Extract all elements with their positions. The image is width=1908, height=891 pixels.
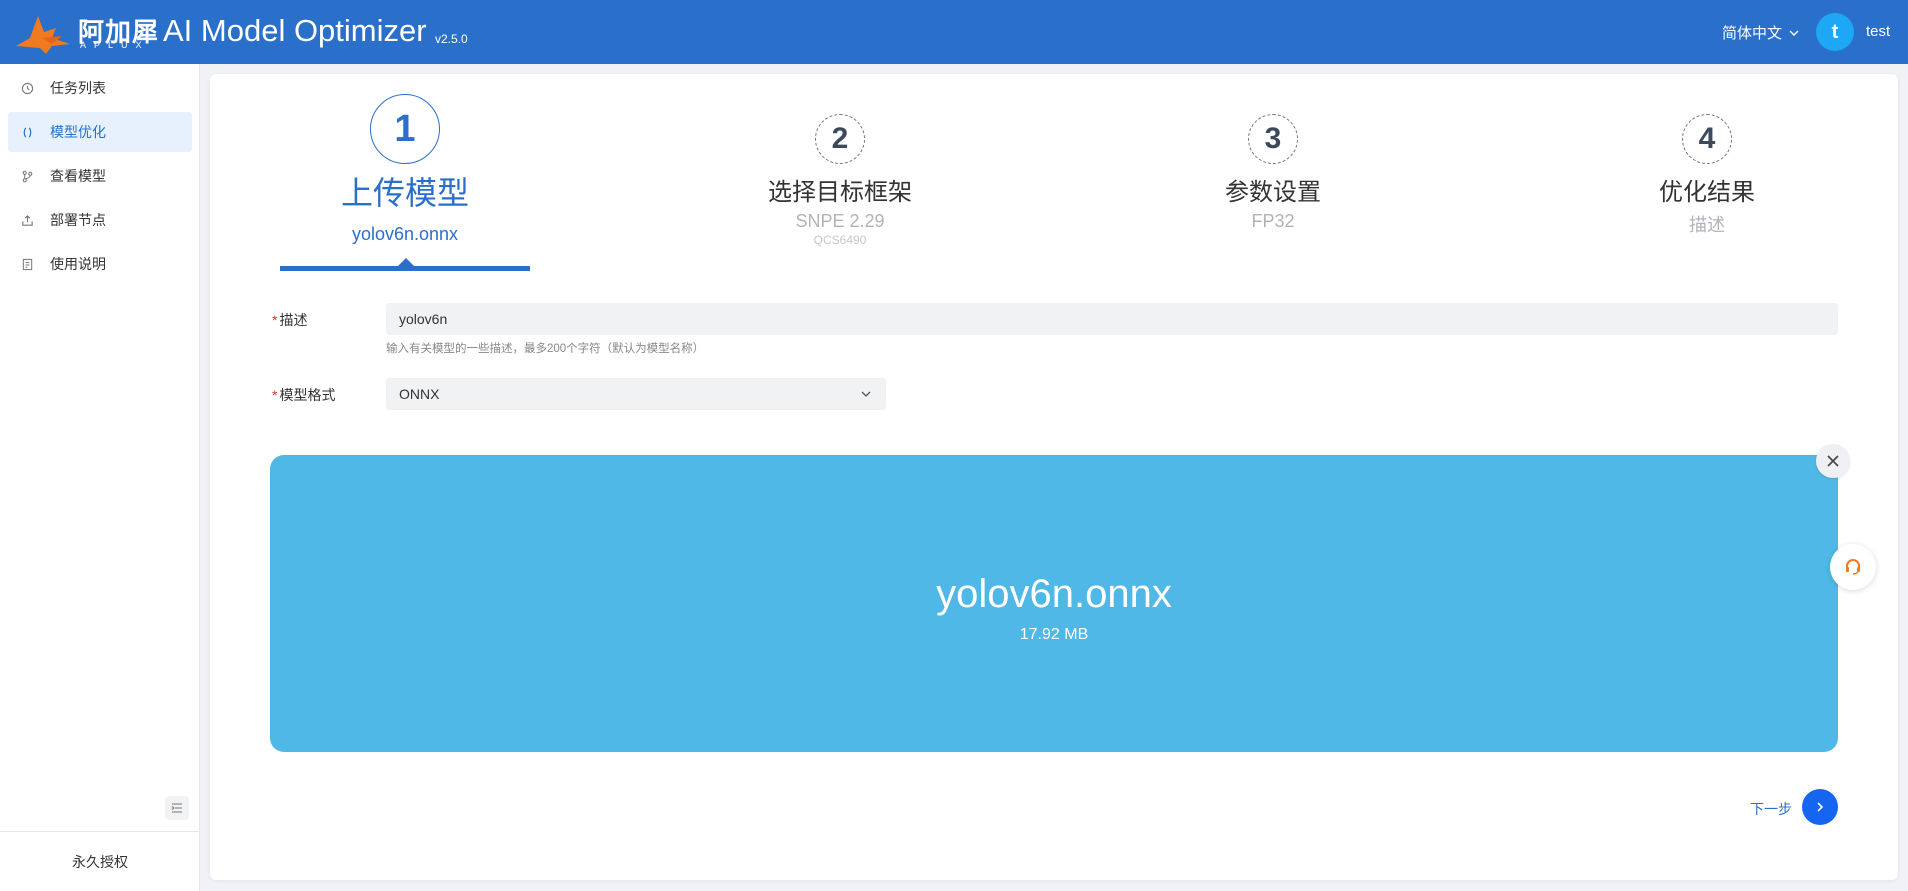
upload-icon	[20, 213, 34, 227]
app-title: AI Model Optimizer	[163, 13, 427, 48]
model-format-value: ONNX	[399, 386, 440, 402]
sidebar-item-view-model[interactable]: 查看模型	[8, 156, 192, 196]
model-format-label: * 模型格式	[272, 387, 336, 403]
avatar-letter: t	[1831, 20, 1839, 43]
step-parameters[interactable]: 3 参数设置 FP32	[1143, 114, 1403, 232]
required-mark: *	[272, 312, 278, 328]
chevron-down-icon	[861, 391, 871, 397]
headset-icon	[1846, 559, 1860, 575]
close-icon	[1827, 455, 1839, 467]
chevron-down-icon	[1789, 30, 1799, 36]
sidebar-item-user-guide[interactable]: 使用说明	[8, 244, 192, 284]
collapse-sidebar-button[interactable]	[165, 796, 189, 820]
next-step-button[interactable]	[1802, 789, 1838, 825]
required-mark: *	[272, 387, 278, 403]
language-selector[interactable]: 简体中文	[1722, 22, 1800, 43]
step-number: 4	[1682, 114, 1732, 164]
uploaded-file-panel[interactable]: yolov6n.onnx 17.92 MB	[270, 455, 1838, 752]
step-subtitle: FP32	[1251, 211, 1295, 231]
sidebar-item-label: 使用说明	[50, 256, 106, 272]
active-step-indicator	[280, 266, 530, 271]
sidebar: 任务列表 模型优化 查看模型 部署节点 使用说明 永久授权	[0, 64, 200, 891]
chevron-right-icon	[1817, 802, 1824, 812]
step-subtitle: SNPE 2.29	[795, 211, 885, 231]
sidebar-item-label: 部署节点	[50, 212, 106, 228]
step-number: 2	[815, 114, 865, 164]
app-version: v2.5.0	[435, 32, 468, 46]
app-header: 阿加犀 APLUX AI Model Optimizer v2.5.0 简体中文…	[0, 0, 1908, 64]
language-label: 简体中文	[1722, 25, 1783, 42]
uploaded-file-size: 17.92 MB	[1019, 626, 1089, 643]
username[interactable]: test	[1866, 23, 1890, 40]
user-avatar[interactable]: t	[1816, 13, 1854, 51]
license-label: 永久授权	[72, 853, 128, 870]
active-step-notch	[398, 258, 414, 266]
description-hint: 输入有关模型的一些描述，最多200个字符（默认为模型名称）	[386, 343, 705, 355]
sidebar-item-model-optimize[interactable]: 模型优化	[8, 112, 192, 152]
description-label: * 描述	[272, 312, 308, 328]
step-results[interactable]: 4 优化结果 描述	[1577, 114, 1837, 237]
sidebar-item-label: 查看模型	[50, 168, 106, 184]
step-title: 选择目标框架	[768, 179, 912, 206]
sidebar-item-label: 任务列表	[50, 80, 106, 96]
main-card: 1 上传模型 yolov6n.onnx 2 选择目标框架 SNPE 2.29 Q…	[210, 74, 1898, 880]
sidebar-item-task-list[interactable]: 任务列表	[8, 68, 192, 108]
description-value: yolov6n	[399, 311, 448, 327]
step-subtitle: yolov6n.onnx	[351, 224, 459, 244]
step-select-framework[interactable]: 2 选择目标框架 SNPE 2.29 QCS6490	[710, 114, 970, 247]
doc-icon	[20, 257, 34, 271]
license-status: 永久授权	[0, 831, 200, 891]
step-number: 3	[1248, 114, 1298, 164]
model-optimize-icon	[20, 125, 34, 139]
next-step-label[interactable]: 下一步	[1750, 799, 1792, 819]
step-subtitle: 描述	[1689, 215, 1725, 235]
uploaded-file-name: yolov6n.onnx	[936, 572, 1172, 616]
customer-support-button[interactable]	[1830, 544, 1876, 590]
step-number: 1	[370, 94, 440, 164]
logo-english-text: APLUX	[80, 40, 150, 50]
step-subtitle-secondary: QCS6490	[813, 233, 867, 247]
step-upload-model[interactable]: 1 上传模型 yolov6n.onnx	[280, 94, 530, 245]
sidebar-item-deploy-node[interactable]: 部署节点	[8, 200, 192, 240]
branch-icon	[20, 169, 34, 183]
description-input[interactable]: yolov6n	[386, 303, 1838, 335]
model-format-select[interactable]: ONNX	[386, 378, 886, 410]
step-title: 参数设置	[1225, 179, 1321, 206]
step-title: 优化结果	[1659, 179, 1755, 206]
remove-file-button[interactable]	[1816, 444, 1850, 478]
collapse-icon	[171, 803, 182, 813]
sidebar-item-label: 模型优化	[50, 124, 106, 140]
step-title: 上传模型	[340, 175, 469, 211]
history-icon	[20, 81, 34, 95]
